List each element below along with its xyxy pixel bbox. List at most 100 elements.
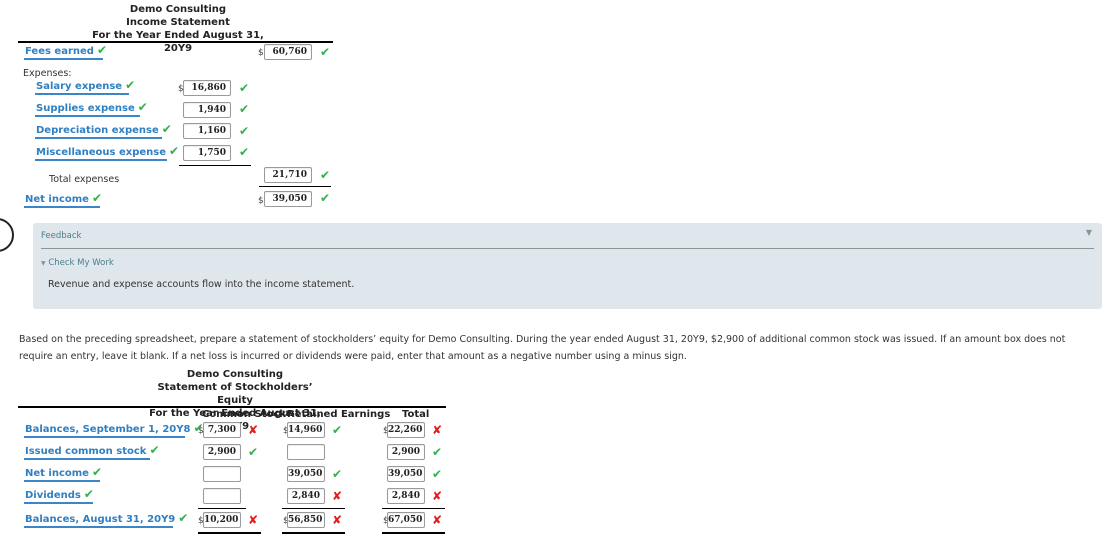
check-icon: ✔ (161, 122, 172, 136)
equity-row-label-text: Balances, August 31, 20Y9 (25, 514, 176, 525)
equity-row-label-text: Dividends (25, 490, 81, 501)
cs-double-rule (198, 532, 261, 534)
feedback-divider (41, 248, 1094, 249)
income-statement-header: Demo Consulting Income Statement For the… (90, 3, 266, 55)
common-stock-input[interactable] (203, 466, 241, 482)
expenses-subtotal-rule (179, 165, 251, 166)
total-expenses-label: Total expenses (49, 174, 120, 185)
total-expenses-rule (259, 186, 331, 187)
salary-expense-input[interactable]: 16,860 (183, 80, 231, 96)
total-input[interactable]: 39,050 (387, 466, 425, 482)
supplies-expense-input[interactable]: 1,940 (183, 102, 231, 118)
statement-title: Income Statement (126, 17, 230, 28)
fees-earned-text: Fees earned (25, 46, 94, 57)
feedback-panel: Feedback ▼ ▼ Check My Work Revenue and e… (33, 223, 1102, 309)
check-icon: ✔ (169, 144, 180, 158)
miscellaneous-expense-input[interactable]: 1,750 (183, 145, 231, 161)
check-icon: ✔ (320, 168, 331, 182)
dollar-sign: $ (258, 196, 264, 206)
x-mark-icon: ✘ (432, 513, 443, 527)
column-header-common-stock: Common Stock (202, 409, 286, 420)
company-name: Demo Consulting (129, 4, 227, 15)
x-mark-icon: ✘ (432, 489, 443, 503)
column-header-retained-earnings: Retained Earnings (287, 409, 391, 420)
re-subtotal-rule (282, 508, 345, 509)
supplies-expense-label[interactable]: Supplies expense ✔ (35, 100, 148, 117)
x-mark-icon: ✘ (248, 423, 259, 437)
check-icon: ✔ (91, 191, 103, 205)
salary-expense-label[interactable]: Salary expense ✔ (35, 78, 135, 95)
retained-earnings-input[interactable] (287, 444, 325, 460)
equity-row-label-text: Net income (25, 468, 89, 479)
common-stock-input[interactable]: 2,900 (203, 444, 241, 460)
net-income-input[interactable]: 39,050 (264, 191, 312, 207)
dollar-sign: $ (258, 48, 264, 58)
retained-earnings-input[interactable]: 2,840 (287, 488, 325, 504)
net-income-label[interactable]: Net income ✔ (24, 191, 103, 208)
equity-row-label[interactable]: Dividends ✔ (24, 487, 94, 504)
feedback-message: Revenue and expense accounts flow into t… (48, 279, 355, 290)
check-icon: ✔ (149, 443, 160, 457)
check-my-work-text: Check My Work (48, 258, 114, 268)
circle-decoration (0, 218, 14, 252)
depreciation-expense-input[interactable]: 1,160 (183, 123, 231, 139)
depreciation-expense-label[interactable]: Depreciation expense ✔ (35, 122, 172, 139)
common-stock-input[interactable]: 7,300 (203, 422, 241, 438)
x-mark-icon: ✘ (432, 423, 443, 437)
feedback-title: Feedback (41, 231, 82, 241)
miscellaneous-expense-text: Miscellaneous expense (36, 147, 166, 158)
check-icon: ✔ (239, 124, 250, 138)
total-input[interactable]: 67,050 (387, 512, 425, 528)
total-input[interactable]: 22,260 (387, 422, 425, 438)
retained-earnings-input[interactable]: 14,960 (287, 422, 325, 438)
total-subtotal-rule (382, 508, 445, 509)
check-icon: ✔ (432, 445, 443, 459)
check-icon: ✔ (83, 487, 94, 501)
check-icon: ✔ (178, 511, 189, 525)
statement-title: Statement of Stockholders’ Equity (157, 382, 313, 406)
collapse-arrow-icon[interactable]: ▼ (1086, 228, 1092, 237)
miscellaneous-expense-label[interactable]: Miscellaneous expense ✔ (35, 144, 179, 161)
total-input[interactable]: 2,840 (387, 488, 425, 504)
equity-row-label-text: Issued common stock (25, 446, 147, 457)
supplies-expense-text: Supplies expense (36, 103, 135, 114)
instructions-text: Based on the preceding spreadsheet, prep… (19, 334, 1066, 362)
check-icon: ✔ (332, 423, 343, 437)
re-double-rule (282, 532, 345, 534)
common-stock-input[interactable]: 10,200 (203, 512, 241, 528)
check-icon: ✔ (320, 191, 331, 205)
check-icon: ✔ (320, 45, 331, 59)
x-mark-icon: ✘ (332, 489, 343, 503)
check-icon: ✔ (332, 467, 343, 481)
equity-row-label[interactable]: Issued common stock ✔ (24, 443, 160, 460)
total-double-rule (382, 532, 445, 534)
retained-earnings-input[interactable]: 39,050 (287, 466, 325, 482)
check-icon: ✔ (125, 78, 136, 92)
equity-header-rule (18, 406, 446, 408)
check-icon: ✔ (248, 445, 259, 459)
depreciation-expense-text: Depreciation expense (36, 125, 159, 136)
x-mark-icon: ✘ (332, 513, 343, 527)
total-input[interactable]: 2,900 (387, 444, 425, 460)
net-income-text: Net income (25, 194, 89, 205)
retained-earnings-input[interactable]: 56,850 (287, 512, 325, 528)
common-stock-input[interactable] (203, 488, 241, 504)
fees-earned-label[interactable]: Fees earned ✔ (24, 43, 107, 60)
check-icon: ✔ (91, 465, 103, 479)
check-my-work-toggle[interactable]: ▼ Check My Work (41, 258, 114, 268)
company-name: Demo Consulting (186, 369, 284, 380)
equity-row-label[interactable]: Net income ✔ (24, 465, 103, 482)
total-expenses-input[interactable]: 21,710 (264, 167, 312, 183)
equity-row-label[interactable]: Balances, September 1, 20Y8 ✔ (24, 421, 204, 438)
check-icon: ✔ (239, 102, 250, 116)
check-icon: ✔ (96, 43, 108, 57)
column-header-total: Total (402, 409, 430, 420)
fees-earned-input[interactable]: 60,760 (264, 44, 312, 60)
cs-subtotal-rule (198, 508, 246, 509)
check-icon: ✔ (137, 100, 148, 114)
salary-expense-text: Salary expense (36, 81, 123, 92)
equity-row-label[interactable]: Balances, August 31, 20Y9 ✔ (24, 511, 188, 528)
equity-row-label-text: Balances, September 1, 20Y8 (25, 424, 191, 435)
check-icon: ✔ (239, 81, 250, 95)
check-icon: ✔ (239, 145, 250, 159)
